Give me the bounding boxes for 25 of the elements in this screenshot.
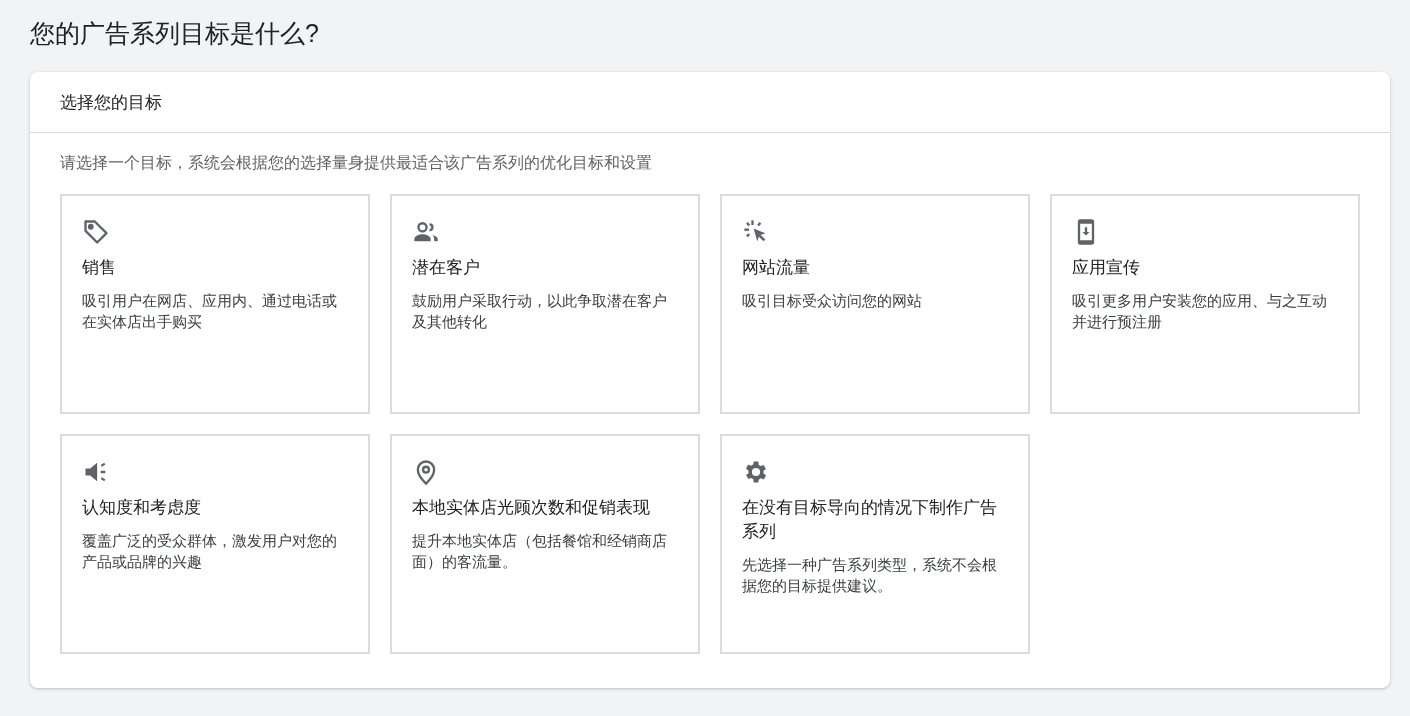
goal-card[interactable]: 认知度和考虑度 覆盖广泛的受众群体，激发用户对您的产品或品牌的兴趣 <box>60 434 370 654</box>
goal-description: 吸引目标受众访问您的网站 <box>742 291 923 311</box>
goal-title: 潜在客户 <box>412 257 481 279</box>
page-title: 您的广告系列目标是什么? <box>30 18 319 49</box>
goal-description: 鼓励用户采取行动，以此争取潜在客户及其他转化 <box>412 291 668 332</box>
goal-card[interactable]: 销售 吸引用户在网店、应用内、通过电话或在实体店出手购买 <box>60 194 370 414</box>
panel-description: 请选择一个目标，系统会根据您的选择量身提供最适合该广告系列的优化目标和设置 <box>60 153 652 173</box>
goal-title: 应用宣传 <box>1072 257 1141 279</box>
goal-title: 销售 <box>82 257 117 279</box>
goal-title: 网站流量 <box>742 257 811 279</box>
goal-description: 先选择一种广告系列类型，系统不会根据您的目标提供建议。 <box>742 555 998 596</box>
goal-description: 吸引更多用户安装您的应用、与之互动并进行预注册 <box>1072 291 1328 332</box>
goal-card[interactable]: 在没有目标导向的情况下制作广告系列 先选择一种广告系列类型，系统不会根据您的目标提供建议。 <box>720 434 1030 654</box>
goal-title: 本地实体店光顾次数和促销表现 <box>412 497 651 519</box>
goal-title: 认知度和考虑度 <box>82 497 202 519</box>
tag-icon <box>82 218 110 246</box>
goal-title: 在没有目标导向的情况下制作广告系列 <box>742 497 998 543</box>
goal-description: 覆盖广泛的受众群体，激发用户对您的产品或品牌的兴趣 <box>82 531 338 572</box>
goal-description: 提升本地实体店（包括餐馆和经销商店面）的客流量。 <box>412 531 668 572</box>
panel-title: 选择您的目标 <box>60 91 162 114</box>
goal-card[interactable]: 网站流量 吸引目标受众访问您的网站 <box>720 194 1030 414</box>
goal-card[interactable]: 本地实体店光顾次数和促销表现 提升本地实体店（包括餐馆和经销商店面）的客流量。 <box>390 434 700 654</box>
goal-description: 吸引用户在网店、应用内、通过电话或在实体店出手购买 <box>82 291 338 332</box>
goal-card[interactable]: 潜在客户 鼓励用户采取行动，以此争取潜在客户及其他转化 <box>390 194 700 414</box>
goal-card[interactable]: 应用宣传 吸引更多用户安装您的应用、与之互动并进行预注册 <box>1050 194 1360 414</box>
